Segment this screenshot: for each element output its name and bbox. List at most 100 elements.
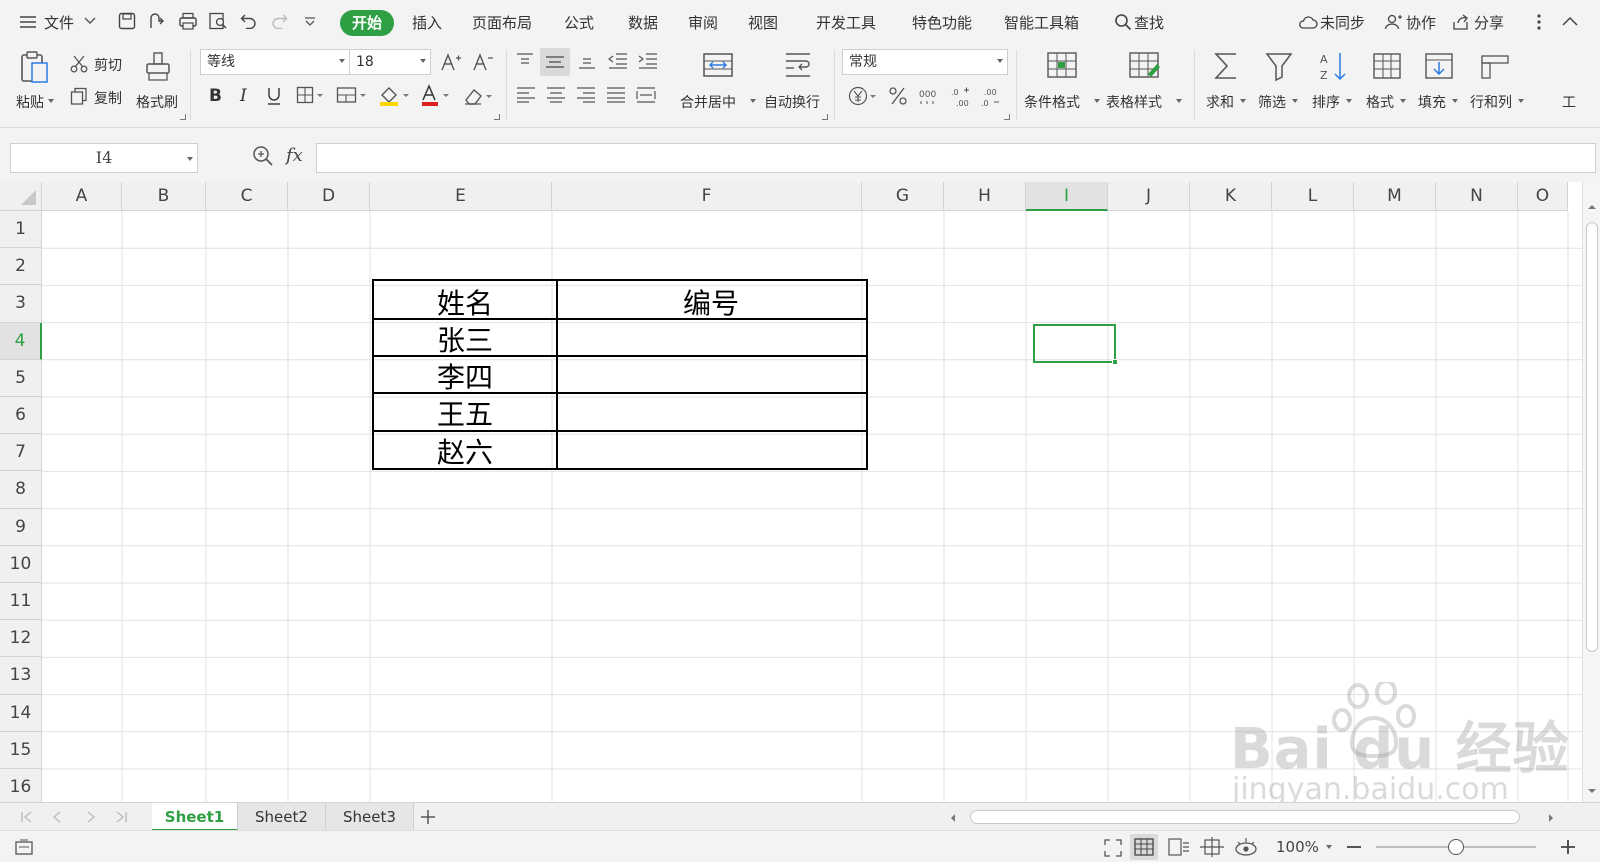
- normal-view-button[interactable]: [1130, 834, 1158, 860]
- worksheet-button-truncated[interactable]: 工: [1562, 92, 1576, 112]
- number-group-launcher-icon[interactable]: [1004, 114, 1010, 120]
- horizontal-scrollbar[interactable]: [930, 807, 1570, 827]
- tab-page-layout[interactable]: 页面布局: [472, 12, 532, 33]
- distributed-align-icon[interactable]: [636, 86, 656, 104]
- italic-icon[interactable]: I: [238, 86, 252, 104]
- align-top-icon[interactable]: [516, 52, 534, 70]
- row-header-8[interactable]: 8: [0, 471, 42, 509]
- align-center-icon[interactable]: [546, 86, 566, 104]
- scroll-left-icon[interactable]: [950, 814, 956, 822]
- share-icon[interactable]: [1452, 13, 1470, 31]
- column-header-k[interactable]: K: [1190, 182, 1272, 211]
- column-header-l[interactable]: L: [1272, 182, 1354, 211]
- align-right-icon[interactable]: [576, 86, 596, 104]
- header-id-cell[interactable]: 编号: [556, 282, 866, 322]
- percent-icon[interactable]: [888, 86, 908, 106]
- fill-handle[interactable]: [1112, 359, 1118, 365]
- cloud-sync-icon[interactable]: [1298, 14, 1318, 30]
- name-cell[interactable]: 李四: [374, 356, 556, 396]
- name-cell[interactable]: 王五: [374, 393, 556, 433]
- increase-decimal-icon[interactable]: .0.00: [950, 86, 972, 108]
- increase-font-size-icon[interactable]: [440, 52, 462, 72]
- sort-button[interactable]: AZ 排序: [1312, 50, 1356, 120]
- macro-record-icon[interactable]: [14, 838, 36, 856]
- tab-data[interactable]: 数据: [628, 12, 658, 33]
- column-header-m[interactable]: M: [1354, 182, 1436, 211]
- row-header-7[interactable]: 7: [0, 434, 42, 472]
- redo-icon[interactable]: [270, 13, 288, 29]
- clipboard-group-launcher-icon[interactable]: [180, 114, 186, 120]
- row-header-9[interactable]: 9: [0, 508, 42, 546]
- quick-access-dropdown-icon[interactable]: [304, 17, 316, 26]
- row-header-5[interactable]: 5: [0, 359, 42, 397]
- formula-input[interactable]: [316, 143, 1596, 173]
- column-header-j[interactable]: J: [1108, 182, 1190, 211]
- row-header-15[interactable]: 15: [0, 731, 42, 769]
- tab-formulas[interactable]: 公式: [564, 12, 594, 33]
- row-header-12[interactable]: 12: [0, 620, 42, 658]
- name-box[interactable]: I4: [10, 143, 198, 173]
- vertical-scrollbar[interactable]: [1582, 182, 1600, 802]
- hamburger-menu-icon[interactable]: [20, 15, 36, 29]
- merge-center-button[interactable]: 合并居中: [680, 50, 760, 120]
- unsynced-label[interactable]: 未同步: [1320, 12, 1365, 33]
- print-preview-icon[interactable]: [208, 12, 228, 30]
- column-header-d[interactable]: D: [288, 182, 370, 211]
- paste-button[interactable]: 粘贴: [12, 50, 58, 120]
- select-all-corner[interactable]: [0, 182, 42, 211]
- tab-review[interactable]: 审阅: [688, 12, 718, 33]
- font-group-launcher-icon[interactable]: [494, 114, 500, 120]
- share-label[interactable]: 分享: [1474, 12, 1504, 33]
- print-icon[interactable]: [178, 12, 198, 30]
- conditional-format-button[interactable]: 条件格式: [1024, 50, 1104, 120]
- chevron-down-icon[interactable]: [1326, 845, 1332, 849]
- borders-icon[interactable]: [296, 86, 326, 104]
- chevron-down-icon[interactable]: [84, 17, 96, 25]
- save-icon[interactable]: [118, 12, 136, 30]
- collaborate-label[interactable]: 协作: [1406, 12, 1436, 33]
- scissors-icon[interactable]: [70, 55, 88, 73]
- zoom-formula-icon[interactable]: [252, 145, 274, 167]
- fill-button[interactable]: 填充: [1418, 50, 1462, 120]
- tab-view[interactable]: 视图: [748, 12, 778, 33]
- tab-insert[interactable]: 插入: [412, 12, 442, 33]
- tab-home[interactable]: 开始: [340, 10, 394, 36]
- column-header-f[interactable]: F: [552, 182, 862, 211]
- sheet-tab-sheet3[interactable]: Sheet3: [326, 803, 414, 831]
- h-scrollbar-thumb[interactable]: [970, 810, 1520, 824]
- column-header-c[interactable]: C: [206, 182, 288, 211]
- paste-dropdown-icon[interactable]: [48, 99, 54, 103]
- zoom-out-icon[interactable]: [1346, 839, 1362, 855]
- fullscreen-icon[interactable]: [1104, 839, 1122, 857]
- search-icon[interactable]: [1114, 13, 1132, 31]
- row-header-16[interactable]: 16: [0, 769, 42, 807]
- first-sheet-icon[interactable]: [20, 811, 34, 823]
- name-cell[interactable]: 张三: [374, 319, 556, 359]
- bold-icon[interactable]: B: [208, 86, 222, 104]
- zoom-level[interactable]: 100%: [1276, 838, 1319, 856]
- tab-special-features[interactable]: 特色功能: [912, 12, 972, 33]
- copy-icon[interactable]: [70, 87, 88, 105]
- scroll-up-icon[interactable]: [1588, 204, 1596, 210]
- cell-fill-style-icon[interactable]: [336, 86, 368, 104]
- row-header-11[interactable]: 11: [0, 583, 42, 621]
- eye-protection-icon[interactable]: [1234, 837, 1258, 857]
- justify-icon[interactable]: [606, 86, 626, 104]
- row-col-button[interactable]: 行和列: [1470, 50, 1530, 120]
- fill-color-icon[interactable]: [378, 84, 412, 106]
- wrap-text-button[interactable]: 自动换行: [764, 50, 834, 120]
- scroll-right-icon[interactable]: [1548, 814, 1554, 822]
- increase-indent-icon[interactable]: [638, 52, 658, 70]
- font-size-select[interactable]: 18: [349, 49, 431, 75]
- tab-developer[interactable]: 开发工具: [816, 12, 876, 33]
- alignment-group-launcher-icon[interactable]: [822, 114, 828, 120]
- column-header-b[interactable]: B: [122, 182, 206, 211]
- currency-format-icon[interactable]: [848, 86, 878, 106]
- header-name-cell[interactable]: 姓名: [374, 282, 556, 322]
- decrease-font-size-icon[interactable]: [472, 52, 494, 72]
- align-bottom-icon[interactable]: [578, 52, 596, 70]
- zoom-slider[interactable]: [1376, 839, 1536, 855]
- column-header-h[interactable]: H: [944, 182, 1026, 211]
- tab-smart-toolbox[interactable]: 智能工具箱: [1004, 12, 1079, 33]
- decrease-indent-icon[interactable]: [608, 52, 628, 70]
